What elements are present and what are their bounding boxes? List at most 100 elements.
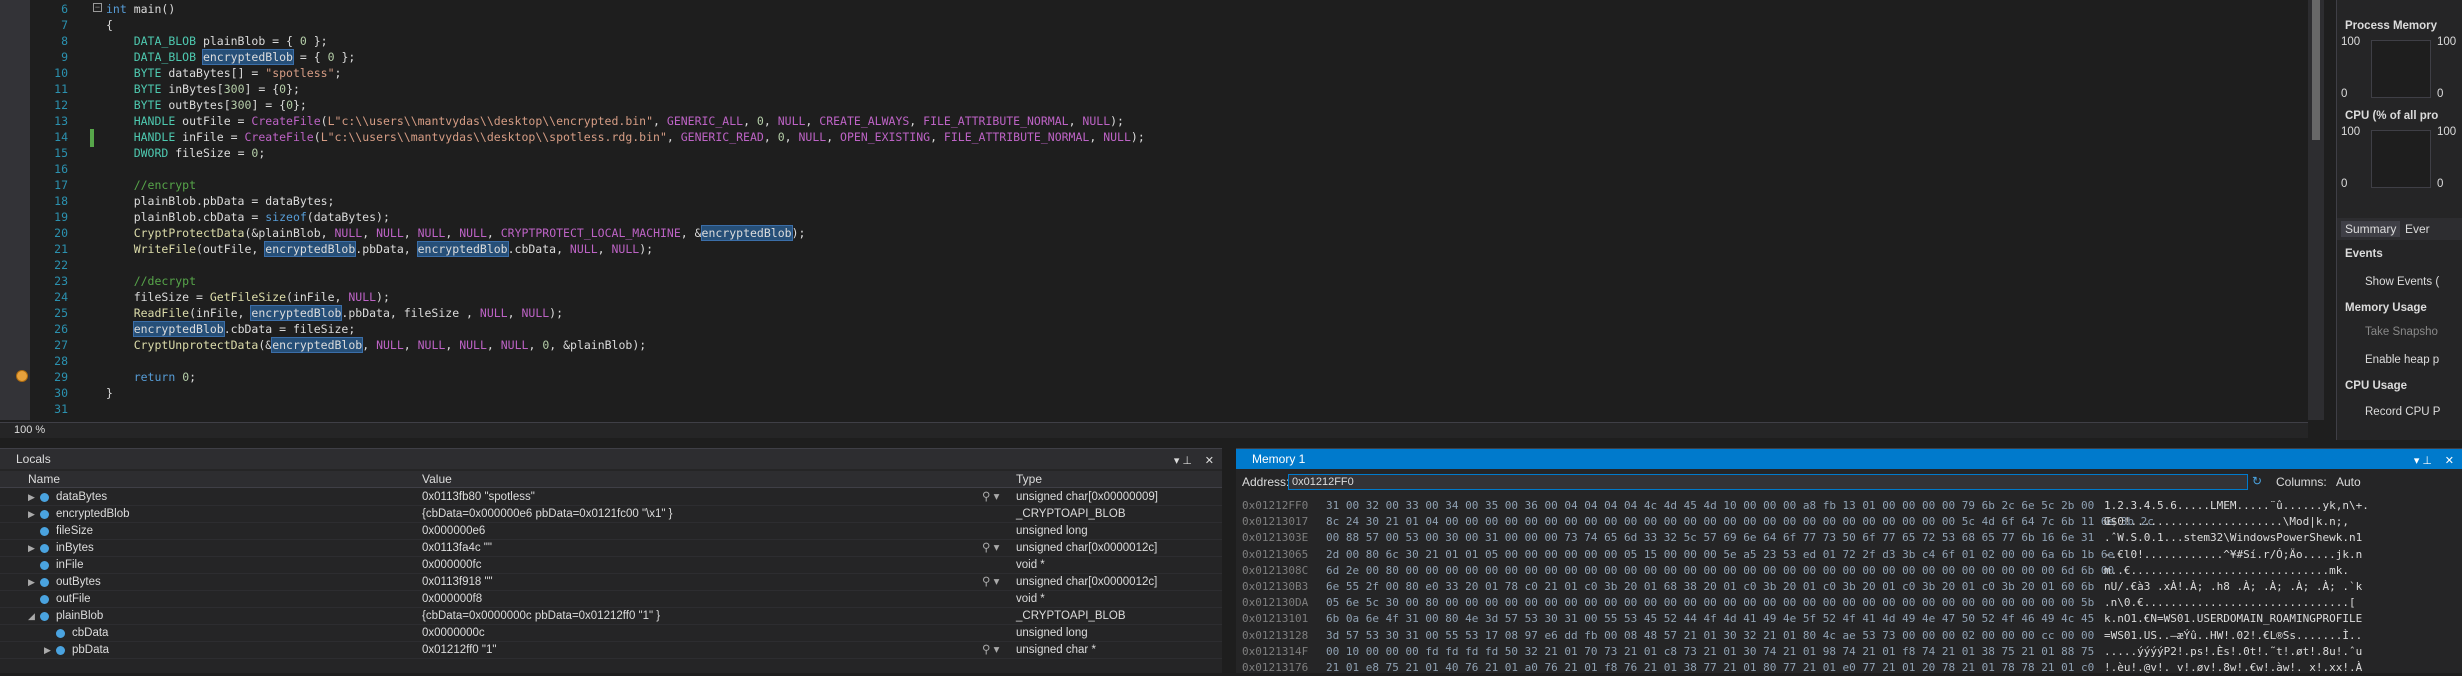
code-text[interactable]: DWORD fileSize = 0; (106, 145, 266, 161)
code-text[interactable]: ReadFile(inFile, encryptedBlob.pbData, f… (106, 305, 563, 321)
code-line[interactable]: 20 CryptProtectData(&plainBlob, NULL, NU… (0, 225, 2300, 241)
memory-ascii[interactable]: .ˆW.S.0.1...stem32\WindowsPowerShewk.n1 (2104, 529, 2362, 546)
expand-icon[interactable]: ▶ (44, 642, 51, 659)
memory-hex[interactable]: 31 00 32 00 33 00 34 00 35 00 36 00 04 0… (1326, 497, 2094, 514)
show-events-button[interactable]: Show Events ( (2365, 276, 2439, 288)
col-name[interactable]: Name (28, 472, 60, 486)
code-text[interactable]: DATA_BLOB plainBlob = { 0 }; (106, 33, 328, 49)
memory-ascii[interactable]: k.nO1.€N=WS01.USERDOMAIN_ROAMINGPROFILE (2104, 610, 2362, 627)
pin-icon[interactable]: ▾ ⊥ (2414, 451, 2432, 471)
tab-events[interactable]: Ever (2405, 222, 2430, 236)
locals-row[interactable]: ▶ dataBytes 0x0113fb80 "spotless" unsigned … (0, 489, 1222, 506)
code-text[interactable]: DATA_BLOB encryptedBlob = { 0 }; (106, 49, 355, 65)
code-line[interactable]: 25 ReadFile(inFile, encryptedBlob.pbData… (0, 305, 2300, 321)
code-text[interactable]: plainBlob.pbData = dataBytes; (106, 193, 335, 209)
code-text[interactable]: { (106, 17, 113, 33)
variable-value[interactable]: 0x000000e6 (422, 523, 485, 540)
locals-row[interactable]: outFile 0x000000f8 void * (0, 591, 1222, 608)
memory-ascii[interactable]: =WS01.US..—æÝû..HW!.02!.€L®Ss.......Ì.. (2104, 627, 2362, 644)
code-text[interactable]: BYTE outBytes[300] = {0}; (106, 97, 307, 113)
code-line[interactable]: 28 (0, 353, 2300, 369)
expand-icon[interactable]: ▶ (28, 540, 35, 557)
memory-hex[interactable]: 21 01 e8 75 21 01 40 76 21 01 a0 76 21 0… (1326, 659, 2094, 676)
memory-ascii[interactable]: .n\0.€...............................[ (2104, 594, 2356, 611)
code-text[interactable]: //encrypt (106, 177, 196, 193)
code-line[interactable]: 18 plainBlob.pbData = dataBytes; (0, 193, 2300, 209)
code-text[interactable]: fileSize = GetFileSize(inFile, NULL); (106, 289, 390, 305)
memory-row[interactable]: 0x0121314F 00 10 00 00 00 fd fd fd fd 50 … (1242, 643, 2452, 660)
editor-scroll-thumb[interactable] (2312, 0, 2320, 140)
variable-value[interactable]: 0x000000f8 (422, 591, 482, 608)
variable-value[interactable]: 0x0000000c (422, 625, 485, 642)
code-text[interactable]: CryptProtectData(&plainBlob, NULL, NULL,… (106, 225, 805, 241)
variable-value[interactable]: 0x0113fa4c "" (422, 540, 492, 557)
refresh-icon[interactable]: ↻ (2252, 474, 2262, 488)
memory-title-bar[interactable]: Memory 1 ▾ ⊥ ✕ (1236, 449, 2462, 469)
variable-value[interactable]: {cbData=0x0000000c pbData=0x01212ff0 "1"… (422, 608, 660, 625)
code-line[interactable]: 7{ (0, 17, 2300, 33)
memory-row[interactable]: 0x01213101 6b 0a 6e 4f 31 00 80 4e 3d 57 … (1242, 610, 2452, 627)
locals-row[interactable]: cbData 0x0000000c unsigned long (0, 625, 1222, 642)
enable-heap-checkbox[interactable]: Enable heap p (2365, 354, 2439, 366)
visualizer-icon[interactable]: ⚲ ▾ (982, 574, 999, 591)
code-text[interactable]: return 0; (106, 369, 196, 385)
variable-value[interactable]: 0x000000fc (422, 557, 481, 574)
memory-hex[interactable]: 2d 00 80 6c 30 21 01 01 05 00 00 00 00 0… (1326, 546, 2114, 563)
code-line[interactable]: 12 BYTE outBytes[300] = {0}; (0, 97, 2300, 113)
memory-hex[interactable]: 05 6e 5c 30 00 80 00 00 00 00 00 00 00 0… (1326, 594, 2094, 611)
code-line[interactable]: 8 DATA_BLOB plainBlob = { 0 }; (0, 33, 2300, 49)
col-type[interactable]: Type (1016, 472, 1042, 486)
code-line[interactable]: 26 encryptedBlob.cbData = fileSize; (0, 321, 2300, 337)
memory-row[interactable]: 0x01212FF0 31 00 32 00 33 00 34 00 35 00 … (1242, 497, 2452, 514)
variable-value[interactable]: 0x0113fb80 "spotless" (422, 489, 535, 506)
code-line[interactable]: 24 fileSize = GetFileSize(inFile, NULL); (0, 289, 2300, 305)
variable-value[interactable]: 0x0113f918 "" (422, 574, 493, 591)
close-icon[interactable]: ✕ (2445, 451, 2454, 471)
zoom-level[interactable]: 100 % (14, 424, 45, 436)
memory-row[interactable]: 0x012130B3 6e 55 2f 00 80 e0 33 20 01 78 … (1242, 578, 2452, 595)
code-line[interactable]: 13 HANDLE outFile = CreateFile(L"c:\\use… (0, 113, 2300, 129)
code-line[interactable]: 9 DATA_BLOB encryptedBlob = { 0 }; (0, 49, 2300, 65)
code-lines[interactable]: 6 int main() 7{8 DATA_BLOB plainBlob = { 0… (0, 1, 2300, 417)
memory-ascii[interactable]: Œ$0!.......................\Mod|k.n;, (2104, 513, 2349, 530)
memory-hex[interactable]: 00 88 57 00 53 00 30 00 31 00 00 00 73 7… (1326, 529, 2094, 546)
code-line[interactable]: 21 WriteFile(outFile, encryptedBlob.pbDa… (0, 241, 2300, 257)
code-editor[interactable]: − 6 int main() 7{8 DATA_BLOB plainBlob = {… (0, 0, 2308, 420)
code-line[interactable]: 11 BYTE inBytes[300] = {0}; (0, 81, 2300, 97)
memory-ascii[interactable]: -.€l0!............^¥#Sí.r/Ó;Äo.....jk.n (2104, 546, 2362, 563)
code-text[interactable]: BYTE dataBytes[] = "spotless"; (106, 65, 342, 81)
code-text[interactable]: encryptedBlob.cbData = fileSize; (106, 321, 355, 337)
pin-icon[interactable]: ▾ ⊥ (1174, 451, 1192, 471)
code-line[interactable]: 29 return 0; (0, 369, 2300, 385)
memory-ascii[interactable]: m..€..............................mk. (2104, 562, 2349, 579)
locals-row[interactable]: ▶ pbData 0x01212ff0 "1" unsigned char * ⚲ ▾ (0, 642, 1222, 659)
code-text[interactable]: HANDLE outFile = CreateFile(L"c:\\users\… (106, 113, 1124, 129)
memory-row[interactable]: 0x01213017 8c 24 30 21 01 04 00 00 00 00 … (1242, 513, 2452, 530)
locals-row[interactable]: ▶ inBytes 0x0113fa4c "" unsigned char[0x000… (0, 540, 1222, 557)
code-text[interactable]: //decrypt (106, 273, 196, 289)
code-line[interactable]: 17 //encrypt (0, 177, 2300, 193)
memory-hex[interactable]: 00 10 00 00 00 fd fd fd fd 50 32 21 01 7… (1326, 643, 2094, 660)
expand-icon[interactable]: ▶ (28, 489, 35, 506)
code-line[interactable]: 15 DWORD fileSize = 0; (0, 145, 2300, 161)
locals-row[interactable]: inFile 0x000000fc void * (0, 557, 1222, 574)
code-line[interactable]: 30} (0, 385, 2300, 401)
code-text[interactable]: } (106, 385, 113, 401)
code-line[interactable]: 14 HANDLE inFile = CreateFile(L"c:\\user… (0, 129, 2300, 145)
visualizer-icon[interactable]: ⚲ ▾ (982, 489, 999, 506)
visualizer-icon[interactable]: ⚲ ▾ (982, 540, 999, 557)
memory-hex[interactable]: 6b 0a 6e 4f 31 00 80 4e 3d 57 53 30 31 0… (1326, 610, 2094, 627)
tab-summary[interactable]: Summary (2341, 221, 2401, 237)
code-line[interactable]: 19 plainBlob.cbData = sizeof(dataBytes); (0, 209, 2300, 225)
code-text[interactable]: plainBlob.cbData = sizeof(dataBytes); (106, 209, 390, 225)
locals-row[interactable]: ◢ plainBlob {cbData=0x0000000c pbData=0x01… (0, 608, 1222, 625)
code-line[interactable]: 10 BYTE dataBytes[] = "spotless"; (0, 65, 2300, 81)
memory-ascii[interactable]: .....ýýýýP2!.ps!.Ès!.0t!.˜t!.øt!.8u!.ˆu (2104, 643, 2362, 660)
memory-row[interactable]: 0x012130DA 05 6e 5c 30 00 80 00 00 00 00 … (1242, 594, 2452, 611)
code-line[interactable]: 16 (0, 161, 2300, 177)
record-cpu-button[interactable]: Record CPU P (2365, 406, 2440, 418)
memory-row[interactable]: 0x01213176 21 01 e8 75 21 01 40 76 21 01 … (1242, 659, 2452, 676)
variable-value[interactable]: {cbData=0x000000e6 pbData=0x0121fc00 "\x… (422, 506, 673, 523)
memory-row[interactable]: 0x01213065 2d 00 80 6c 30 21 01 01 05 00 … (1242, 546, 2452, 563)
code-line[interactable]: 23 //decrypt (0, 273, 2300, 289)
